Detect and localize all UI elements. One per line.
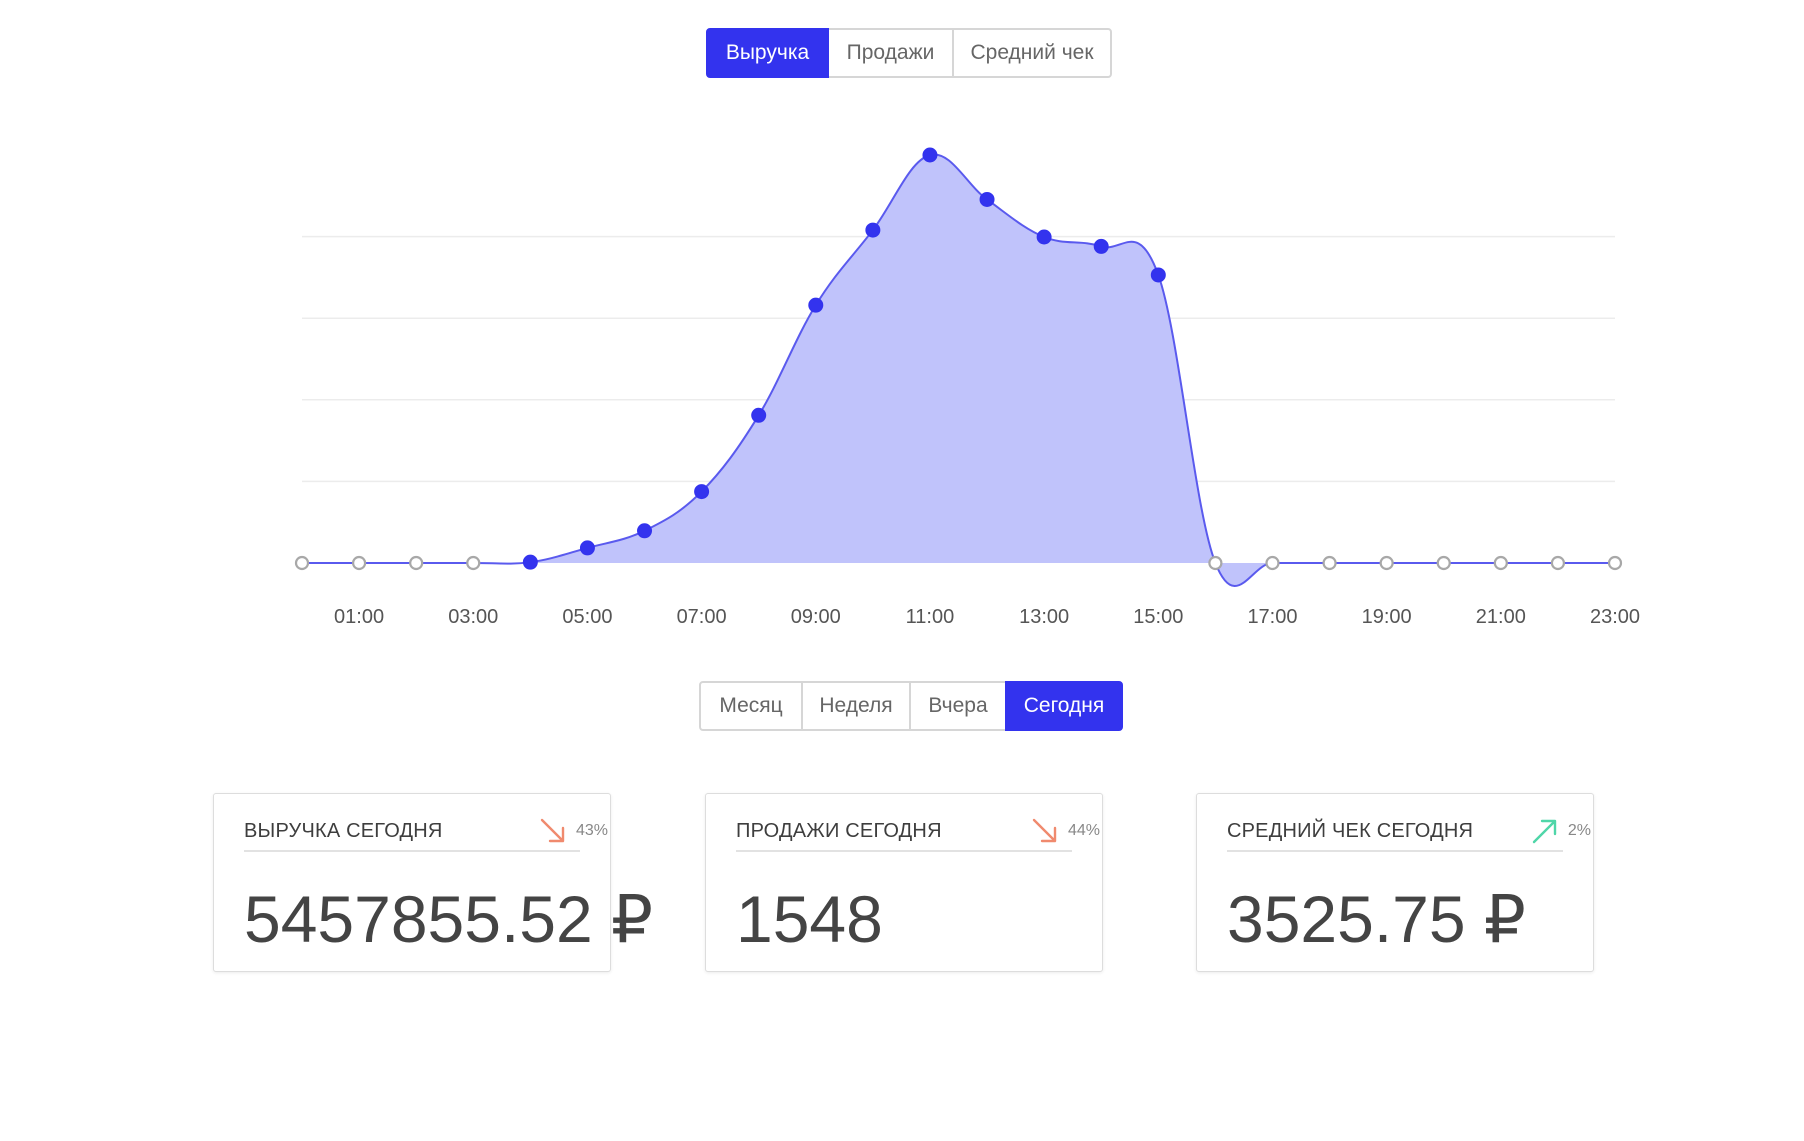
arrow-down-right-icon: [538, 816, 568, 846]
data-point-0300[interactable]: [466, 555, 481, 571]
card-title: ВЫРУЧКА СЕГОДНЯ: [244, 820, 443, 842]
data-point-0200[interactable]: [409, 555, 424, 571]
data-point-1100[interactable]: [922, 147, 938, 163]
card-header: ПРОДАЖИ СЕГОДНЯ 44%: [736, 816, 1100, 852]
tab-week[interactable]: Неделя: [801, 681, 911, 731]
data-point-0400[interactable]: [522, 554, 538, 570]
trend-value: 43%: [575, 822, 608, 839]
card-header: СРЕДНИЙ ЧЕК СЕГОДНЯ 2%: [1227, 816, 1591, 852]
x-tick-label: 07:00: [677, 606, 727, 628]
data-point-0500[interactable]: [579, 540, 595, 556]
data-point-0700[interactable]: [694, 484, 710, 500]
data-point-2000[interactable]: [1436, 555, 1451, 571]
data-point-2200[interactable]: [1550, 555, 1566, 571]
data-point-0000[interactable]: [294, 555, 310, 571]
data-point-1300[interactable]: [1036, 229, 1052, 245]
arrow-down-right-icon: [1030, 816, 1060, 846]
x-tick-label: 11:00: [906, 606, 955, 628]
data-point-1800[interactable]: [1322, 555, 1337, 571]
trend-indicator: 2%: [1530, 816, 1591, 846]
data-point-1200[interactable]: [979, 191, 995, 207]
tab-month[interactable]: Месяц: [699, 681, 803, 731]
card-value: 1548: [736, 882, 883, 956]
sales-today-card: ПРОДАЖИ СЕГОДНЯ 44% 1548: [705, 793, 1103, 972]
tab-yesterday[interactable]: Вчера: [909, 681, 1007, 731]
x-tick-label: 23:00: [1590, 606, 1640, 628]
period-tab-group: Месяц Неделя Вчера Сегодня: [699, 681, 1123, 731]
x-tick-label: 17:00: [1247, 606, 1297, 628]
x-tick-label: 19:00: [1362, 606, 1412, 628]
data-point-2300[interactable]: [1607, 555, 1623, 571]
x-tick-label: 03:00: [448, 606, 498, 628]
trend-indicator: 43%: [538, 816, 608, 846]
card-title: СРЕДНИЙ ЧЕК СЕГОДНЯ: [1227, 820, 1474, 842]
arrow-up-right-icon: [1530, 816, 1560, 846]
card-header: ВЫРУЧКА СЕГОДНЯ 43%: [244, 816, 608, 852]
trend-indicator: 44%: [1030, 816, 1100, 846]
trend-value: 44%: [1067, 822, 1100, 839]
data-point-1600[interactable]: [1208, 555, 1223, 571]
data-point-1700[interactable]: [1265, 555, 1280, 571]
card-title: ПРОДАЖИ СЕГОДНЯ: [736, 820, 942, 842]
average-check-today-card: СРЕДНИЙ ЧЕК СЕГОДНЯ 2% 3525.75 ₽: [1196, 793, 1594, 972]
x-tick-label: 15:00: [1133, 606, 1183, 628]
tab-today[interactable]: Сегодня: [1005, 681, 1123, 731]
data-point-1000[interactable]: [865, 222, 881, 238]
data-point-0900[interactable]: [808, 297, 824, 313]
trend-value: 2%: [1567, 822, 1591, 839]
x-tick-label: 01:00: [334, 606, 384, 628]
x-tick-label: 09:00: [791, 606, 841, 628]
x-tick-label: 05:00: [562, 606, 612, 628]
data-point-1500[interactable]: [1150, 267, 1166, 283]
data-point-2100[interactable]: [1493, 555, 1508, 571]
data-point-0800[interactable]: [751, 407, 767, 423]
card-value: 5457855.52 ₽: [244, 882, 654, 956]
x-tick-label: 21:00: [1476, 606, 1526, 628]
data-point-1900[interactable]: [1379, 555, 1394, 571]
data-point-0600[interactable]: [637, 523, 653, 539]
data-point-0100[interactable]: [351, 555, 367, 571]
data-point-1400[interactable]: [1093, 238, 1109, 254]
card-value: 3525.75 ₽: [1227, 882, 1526, 956]
tab-revenue[interactable]: Выручка: [706, 28, 829, 78]
x-tick-label: 13:00: [1019, 606, 1069, 628]
series-area: [302, 154, 1615, 587]
revenue-today-card: ВЫРУЧКА СЕГОДНЯ 43% 5457855.52 ₽: [213, 793, 653, 972]
revenue-area-chart: 01:00 03:00 05:00 07:00 09:00 11:00 13:00 15:00…: [294, 147, 1640, 628]
